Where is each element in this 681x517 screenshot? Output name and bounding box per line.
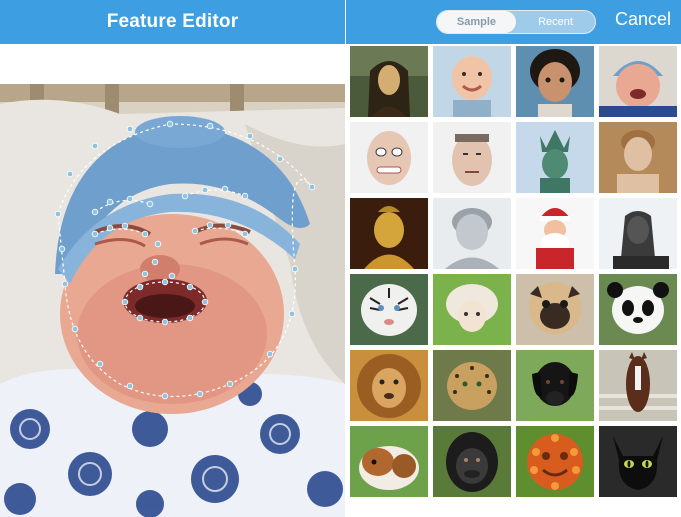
- thumb-gorilla[interactable]: [433, 426, 511, 497]
- thumb-man-face-squished[interactable]: [433, 122, 511, 193]
- thumb-baby-crying[interactable]: [599, 46, 677, 117]
- thumb-leopard[interactable]: [433, 350, 511, 421]
- editor-header: Feature Editor: [0, 0, 345, 44]
- sample-recent-segmented-control: Sample Recent: [436, 10, 596, 34]
- thumb-cherub-statue[interactable]: [433, 198, 511, 269]
- crying-baby-photo: [0, 84, 345, 517]
- thumb-mona-lisa[interactable]: [350, 46, 428, 117]
- segment-recent[interactable]: Recent: [516, 11, 595, 33]
- thumb-fruit-face[interactable]: [516, 426, 594, 497]
- picker-header: Sample Recent Cancel: [346, 0, 681, 44]
- thumb-guinea-pig[interactable]: [350, 426, 428, 497]
- editor-title: Feature Editor: [106, 11, 239, 32]
- thumb-horse[interactable]: [599, 350, 677, 421]
- sample-picker-panel: Sample Recent Cancel: [346, 0, 681, 517]
- segment-sample[interactable]: Sample: [437, 11, 516, 33]
- thumb-statue-of-liberty[interactable]: [516, 122, 594, 193]
- thumb-statue-of-david[interactable]: [599, 122, 677, 193]
- cancel-button[interactable]: Cancel: [615, 9, 671, 30]
- thumb-santa-claus[interactable]: [516, 198, 594, 269]
- thumb-black-labrador[interactable]: [516, 350, 594, 421]
- thumb-sphinx[interactable]: [599, 198, 677, 269]
- feature-editor-panel: Feature Editor: [0, 0, 345, 517]
- thumb-toddler-curly-hair[interactable]: [516, 46, 594, 117]
- thumb-white-tiger[interactable]: [350, 274, 428, 345]
- thumb-baby-smiling[interactable]: [433, 46, 511, 117]
- thumb-lion[interactable]: [350, 350, 428, 421]
- thumb-golden-buddha[interactable]: [350, 198, 428, 269]
- thumb-pug[interactable]: [516, 274, 594, 345]
- thumb-panda[interactable]: [599, 274, 677, 345]
- thumb-black-cat[interactable]: [599, 426, 677, 497]
- thumb-man-face-stretched[interactable]: [350, 122, 428, 193]
- thumb-sheep[interactable]: [433, 274, 511, 345]
